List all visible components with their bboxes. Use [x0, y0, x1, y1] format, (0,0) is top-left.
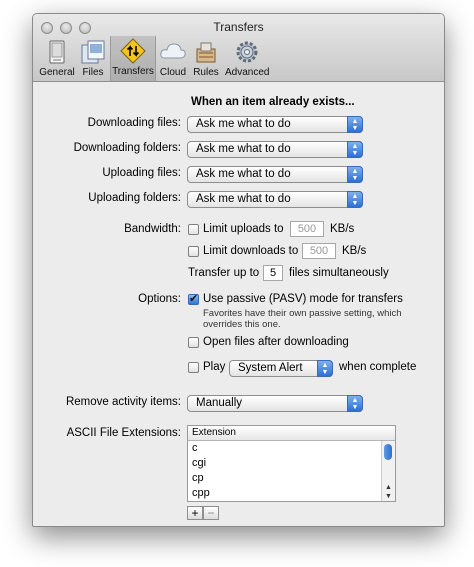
bandwidth-label: Bandwidth:	[124, 223, 181, 235]
options-label: Options:	[138, 293, 181, 305]
remove-activity-value: Manually	[196, 397, 243, 409]
open-files-checkbox[interactable]	[188, 337, 199, 348]
limit-downloads-checkbox[interactable]	[188, 246, 199, 257]
downloading-files-value: Ask me what to do	[196, 118, 291, 130]
popup-arrows-icon: ▲ ▼	[347, 191, 363, 208]
list-item[interactable]: cgi	[188, 456, 395, 471]
tab-advanced[interactable]: Advanced	[225, 37, 269, 79]
list-item[interactable]: c	[188, 441, 395, 456]
sound-value: System Alert	[238, 362, 303, 374]
list-item[interactable]: cpp	[188, 486, 395, 501]
tab-transfers[interactable]: Transfers	[110, 36, 156, 81]
open-files-label: Open files after downloading	[203, 336, 349, 348]
toolbar: Transfers General Files Transfers Cloud …	[33, 14, 444, 82]
tab-advanced-label: Advanced	[225, 67, 270, 78]
list-scrollbar[interactable]: ▲ ▼	[381, 441, 395, 501]
passive-note-line2: overrides this one.	[203, 319, 281, 330]
play-label: Play	[203, 361, 226, 373]
tab-cloud-label: Cloud	[159, 67, 187, 78]
scroll-down-icon[interactable]: ▼	[382, 493, 395, 500]
uploading-folders-label: Uploading folders:	[88, 192, 181, 204]
popup-arrows-icon: ▲ ▼	[347, 116, 363, 133]
gear-icon	[236, 41, 258, 63]
add-extension-button[interactable]: +	[187, 506, 203, 520]
list-item[interactable]: cp	[188, 471, 395, 486]
popup-arrows-icon: ▲ ▼	[347, 141, 363, 158]
exists-heading: When an item already exists...	[191, 96, 355, 108]
popup-arrows-icon: ▲ ▼	[347, 395, 363, 412]
limit-uploads-field[interactable]: 500	[290, 221, 324, 237]
preferences-window: Transfers General Files Transfers Cloud …	[32, 13, 445, 527]
tab-files[interactable]: Files	[77, 37, 109, 79]
limit-downloads-field[interactable]: 500	[302, 243, 336, 259]
popup-arrows-icon: ▲ ▼	[317, 360, 333, 377]
limit-uploads-label: Limit uploads to	[203, 223, 284, 235]
transfers-icon	[120, 38, 146, 64]
remove-extension-button[interactable]: −	[203, 506, 219, 520]
remove-activity-popup[interactable]: Manually ▲ ▼	[187, 395, 363, 412]
downloading-files-popup[interactable]: Ask me what to do ▲ ▼	[187, 116, 363, 133]
extension-column-header[interactable]: Extension	[188, 426, 395, 441]
cloud-icon	[160, 43, 186, 59]
simultaneous-transfers-field[interactable]: 5	[263, 265, 283, 281]
ascii-extensions-table[interactable]: Extension c cgi cp cpp ▲ ▼	[187, 425, 396, 502]
downloading-folders-label: Downloading folders:	[73, 142, 181, 154]
limit-uploads-unit: KB/s	[330, 223, 355, 235]
files-icon	[81, 40, 105, 64]
transfers-pane: When an item already exists... Downloadi…	[33, 82, 444, 526]
tab-general-label: General	[39, 67, 75, 78]
general-icon	[49, 40, 65, 64]
transfer-prefix: Transfer up to	[188, 267, 260, 279]
passive-mode-label: Use passive (PASV) mode for transfers	[203, 293, 403, 305]
transfer-suffix: files simultaneously	[289, 267, 389, 279]
downloading-folders-popup[interactable]: Ask me what to do ▲ ▼	[187, 141, 363, 158]
downloading-files-label: Downloading files:	[87, 117, 181, 129]
play-suffix: when complete	[339, 361, 417, 373]
uploading-folders-value: Ask me what to do	[196, 193, 291, 205]
scrollbar-thumb[interactable]	[384, 444, 392, 460]
tab-transfers-label: Transfers	[112, 66, 154, 77]
uploading-files-label: Uploading files:	[102, 167, 181, 179]
limit-downloads-unit: KB/s	[342, 245, 367, 257]
uploading-files-value: Ask me what to do	[196, 168, 291, 180]
window-title: Transfers	[213, 20, 264, 34]
uploading-folders-popup[interactable]: Ask me what to do ▲ ▼	[187, 191, 363, 208]
limit-downloads-label: Limit downloads to	[203, 245, 299, 257]
remove-activity-label: Remove activity items:	[65, 396, 181, 408]
tab-cloud[interactable]: Cloud	[157, 37, 189, 79]
tab-rules-label: Rules	[193, 67, 219, 78]
tab-general[interactable]: General	[37, 37, 77, 79]
downloading-folders-value: Ask me what to do	[196, 143, 291, 155]
scroll-up-icon[interactable]: ▲	[382, 484, 395, 491]
tab-files-label: Files	[82, 67, 104, 78]
limit-uploads-checkbox[interactable]	[188, 224, 199, 235]
ascii-extensions-label: ASCII File Extensions:	[66, 427, 181, 439]
popup-arrows-icon: ▲ ▼	[347, 166, 363, 183]
passive-note-line1: Favorites have their own passive setting…	[203, 308, 402, 319]
sound-popup[interactable]: System Alert ▲ ▼	[229, 360, 333, 377]
uploading-files-popup[interactable]: Ask me what to do ▲ ▼	[187, 166, 363, 183]
rules-icon	[196, 42, 216, 63]
play-sound-checkbox[interactable]	[188, 362, 199, 373]
passive-mode-checkbox[interactable]	[188, 292, 199, 305]
tab-rules[interactable]: Rules	[190, 37, 222, 79]
